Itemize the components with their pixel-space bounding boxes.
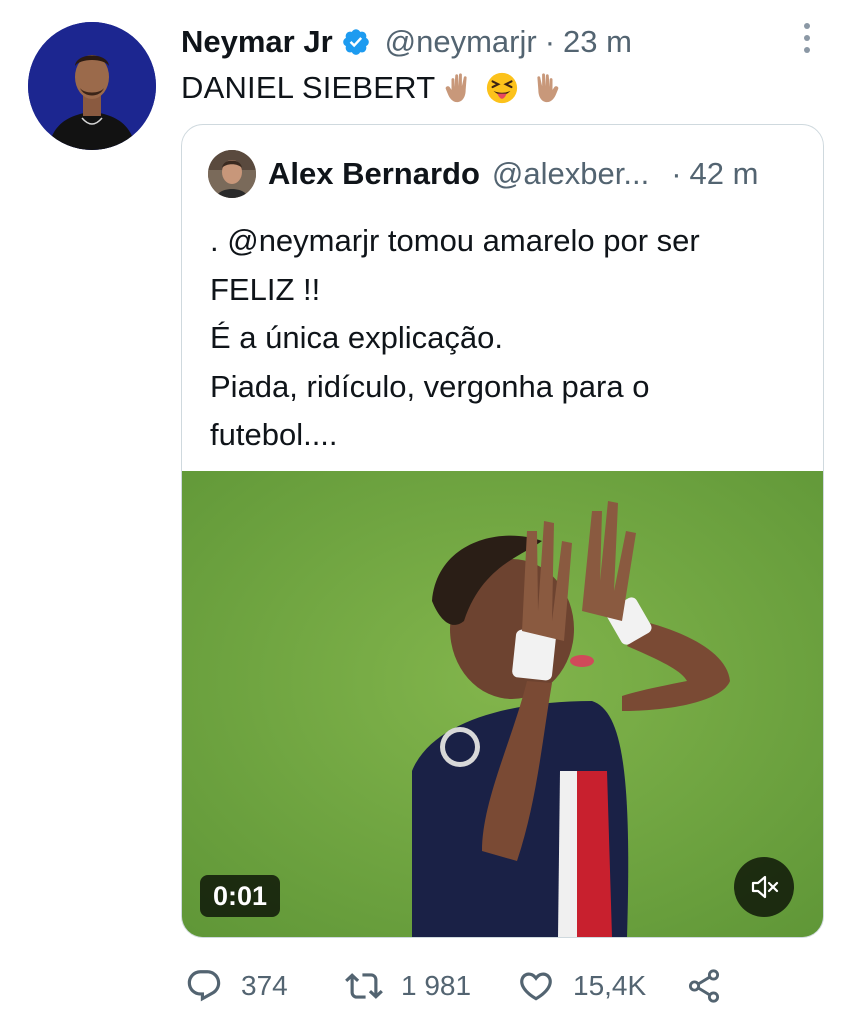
raised-hand-icon — [527, 71, 561, 105]
more-options-icon[interactable] — [796, 20, 818, 56]
author-handle[interactable]: @neymarjr — [385, 24, 537, 60]
video-thumbnail — [182, 471, 823, 937]
share-button[interactable] — [685, 962, 723, 1010]
tweet-timestamp[interactable]: 23 m — [563, 24, 632, 60]
raised-hand-icon — [443, 71, 477, 105]
like-button[interactable]: 15,4K — [517, 962, 646, 1010]
verified-badge-icon — [341, 27, 371, 57]
squinting-tongue-face-icon — [485, 71, 519, 105]
speaker-muted-icon — [751, 875, 779, 899]
reply-count: 374 — [241, 970, 288, 1001]
reply-icon — [187, 970, 221, 1002]
quoted-tweet-text: . @neymarjr tomou amarelo por ser FELIZ … — [210, 217, 810, 460]
video-duration-badge: 0:01 — [200, 875, 281, 917]
author-name[interactable]: Neymar Jr — [181, 24, 333, 60]
video-player[interactable]: 0:01 — [182, 471, 823, 937]
mute-toggle-button[interactable] — [734, 857, 794, 917]
tweet-actions: 374 1 981 15,4K — [181, 962, 741, 1010]
heart-icon — [520, 972, 552, 1001]
retweet-button[interactable]: 1 981 — [345, 962, 471, 1010]
quoted-text-line: . @neymarjr tomou amarelo por ser — [210, 223, 700, 258]
retweet-count: 1 981 — [401, 970, 472, 1001]
quoted-tweet-timestamp[interactable]: 42 m — [690, 156, 759, 192]
share-icon — [688, 969, 720, 1003]
quoted-author-name[interactable]: Alex Bernardo — [268, 156, 480, 192]
quoted-tweet[interactable]: Alex Bernardo @alexber... · 42 m . @neym… — [181, 124, 824, 938]
like-count: 15,4K — [573, 970, 647, 1001]
quoted-author-handle[interactable]: @alexber... — [492, 156, 649, 192]
separator-dot: · — [544, 24, 556, 59]
quoted-text-line: Piada, ridículo, vergonha para o — [210, 368, 650, 404]
retweet-icon — [345, 973, 383, 999]
reply-button[interactable]: 374 — [185, 962, 288, 1010]
author-avatar[interactable] — [28, 22, 156, 150]
quoted-text-line: É a única explicação. — [210, 320, 503, 355]
tweet-text: DANIEL SIEBERT — [181, 66, 561, 110]
quoted-author-avatar[interactable] — [208, 150, 256, 198]
tweet-text-content: DANIEL SIEBERT — [181, 70, 436, 105]
separator-dot: · — [671, 156, 682, 191]
quoted-tweet-header: Alex Bernardo @alexber... · 42 m — [268, 153, 758, 195]
tweet[interactable]: Neymar Jr @neymarjr · 23 m DANIEL SIEBER… — [0, 0, 850, 1024]
quoted-text-line: FELIZ !! — [210, 271, 321, 307]
quoted-text-line: futebol.... — [210, 417, 338, 452]
tweet-header: Neymar Jr @neymarjr · 23 m — [181, 22, 632, 62]
